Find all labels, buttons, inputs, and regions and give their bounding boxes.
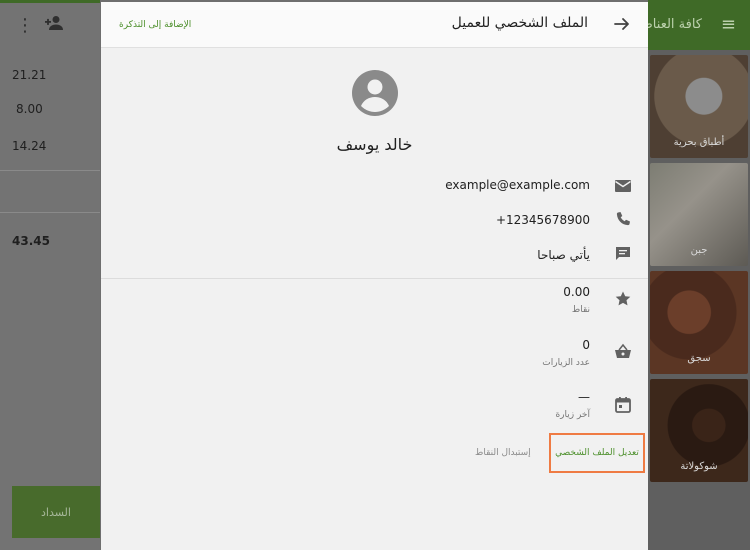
more-options-icon[interactable]: ⋮ — [16, 15, 34, 36]
calendar-icon — [615, 397, 631, 413]
last-visit-label: آخر زيارة — [555, 410, 590, 420]
item-tile-label: أطباق بحرية — [673, 137, 725, 148]
item-tile-seafood[interactable]: أطباق بحرية — [650, 55, 748, 158]
items-toolbar: كافة العناصر ≡ — [635, 0, 750, 50]
phone-field: +12345678900 — [496, 213, 590, 227]
phone-icon — [616, 212, 630, 226]
item-tile-chocolate[interactable]: شوكولاتة — [650, 379, 748, 482]
item-tile-sausage[interactable]: سجق — [650, 271, 748, 374]
email-field: example@example.com — [445, 178, 590, 192]
note-field: يأتي صباحا — [537, 248, 590, 262]
comment-icon — [616, 247, 630, 260]
divider — [0, 212, 100, 213]
ticket-line-amount: 8.00 — [16, 102, 43, 116]
visits-value: 0 — [582, 338, 590, 352]
last-visit-field: — آخر زيارة — [555, 390, 590, 420]
add-person-icon — [45, 16, 63, 30]
add-customer-icon[interactable] — [44, 15, 64, 36]
email-value: example@example.com — [445, 178, 590, 192]
divider — [0, 170, 100, 171]
dialog-title: الملف الشخصي للعميل — [451, 15, 588, 31]
charge-button[interactable]: السداد — [12, 486, 100, 538]
ticket-toolbar: ⋮ — [0, 0, 100, 48]
visits-field: 0 عدد الزيارات — [542, 338, 590, 368]
dialog-header: الإضافة إلى التذكرة الملف الشخصي للعميل — [101, 2, 648, 48]
visits-label: عدد الزيارات — [542, 358, 590, 368]
avatar-icon — [352, 70, 398, 116]
note-value: يأتي صباحا — [537, 248, 590, 262]
item-tile-label: جبن — [690, 245, 708, 256]
points-label: نقاط — [571, 305, 590, 315]
edit-profile-button[interactable]: تعديل الملف الشخصي — [549, 433, 645, 473]
back-arrow-icon[interactable] — [614, 16, 630, 32]
customer-profile-dialog: الإضافة إلى التذكرة الملف الشخصي للعميل … — [101, 2, 648, 550]
customer-name: خالد يوسف — [336, 135, 413, 154]
add-to-ticket-button[interactable]: الإضافة إلى التذكرة — [119, 20, 191, 30]
points-field: 0.00 نقاط — [563, 285, 590, 315]
item-tile-label: سجق — [687, 353, 711, 364]
items-pane: كافة العناصر ≡ أطباق بحرية جبن سجق شوكول… — [635, 0, 750, 550]
star-icon — [615, 291, 631, 306]
ticket-pane: ⋮ 21.21 8.00 14.24 43.45 السداد — [0, 0, 100, 550]
ticket-total: 43.45 — [12, 234, 50, 248]
item-tile-cheese[interactable]: جبن — [650, 163, 748, 266]
menu-icon[interactable]: ≡ — [721, 14, 736, 35]
redeem-points-button[interactable]: إستبدال النقاط — [475, 448, 531, 458]
divider — [101, 278, 648, 279]
basket-icon — [615, 343, 631, 358]
ticket-line-amount: 14.24 — [12, 139, 47, 153]
phone-value: +12345678900 — [495, 213, 590, 227]
email-icon — [615, 180, 631, 192]
item-tile-label: شوكولاتة — [680, 461, 718, 472]
points-value: 0.00 — [563, 285, 590, 299]
ticket-line-amount: 21.21 — [12, 68, 47, 82]
last-visit-value: — — [578, 390, 590, 404]
